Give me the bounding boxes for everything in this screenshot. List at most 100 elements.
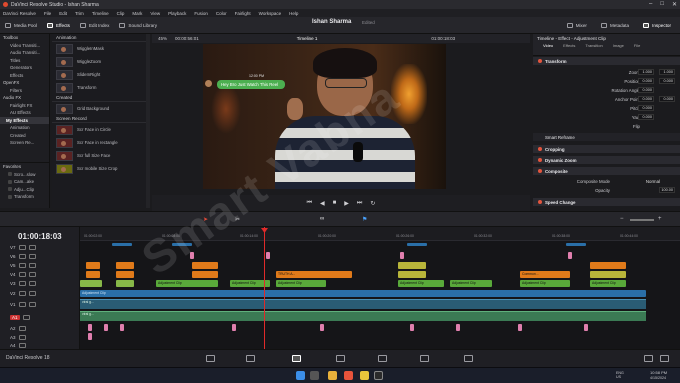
tab-image[interactable]: Image (613, 43, 624, 48)
playhead[interactable] (264, 227, 265, 349)
track-v5[interactable]: V5 (0, 261, 80, 270)
jump-end-icon[interactable]: ⏭ (357, 200, 362, 207)
zoom-y-input[interactable]: 1.000 (659, 69, 675, 75)
fx-item[interactable]: WiggleInMask (52, 42, 147, 55)
mute-icon[interactable] (18, 335, 26, 340)
composite-section[interactable]: Composite (533, 167, 680, 175)
sound-library-button[interactable]: Sound Library (114, 19, 162, 31)
menu-trim[interactable]: Trim (75, 11, 84, 16)
menu-mark[interactable]: Mark (132, 11, 142, 16)
tree-item-audio-transitions[interactable]: Audio Transiti... (0, 49, 49, 57)
track-v6[interactable]: V6 (0, 252, 80, 261)
clip[interactable] (112, 243, 132, 246)
fx-item[interactable]: WiggleZoom (52, 55, 147, 68)
tree-item-generators[interactable]: Generators (0, 64, 49, 72)
taskview-icon[interactable] (310, 371, 319, 380)
tree-item-toolbox[interactable]: Toolbox (0, 34, 49, 42)
zoom-in-icon[interactable]: + (658, 216, 662, 222)
folder-icon[interactable] (360, 371, 369, 380)
cropping-section[interactable]: Cropping (533, 145, 680, 153)
audio-sfx-clip[interactable] (232, 324, 236, 331)
media-page-icon[interactable] (206, 355, 215, 362)
clip[interactable] (398, 271, 426, 278)
clip[interactable] (80, 280, 102, 287)
smart-reframe-section[interactable]: Smart Reframe (533, 133, 680, 141)
start-icon[interactable] (296, 371, 305, 380)
audio-sfx-clip[interactable] (584, 324, 588, 331)
yaw-input[interactable]: 0.000 (638, 114, 654, 120)
tree-item-filters[interactable]: Filters (0, 87, 49, 95)
audio-sfx-clip[interactable] (456, 324, 460, 331)
tree-item-video-transitions[interactable]: Video Transiti... (0, 42, 49, 50)
clip[interactable] (116, 280, 134, 287)
clip[interactable] (116, 262, 134, 269)
audio-sfx-clip[interactable] (518, 324, 522, 331)
edit-index-button[interactable]: Edit Index (75, 19, 114, 31)
clip-common[interactable]: Common... (520, 271, 570, 278)
menu-clip[interactable]: Clip (117, 11, 125, 16)
mute-icon[interactable] (18, 326, 26, 331)
clip-adjustment[interactable]: Adjustment Clip (276, 280, 326, 287)
audio-clip-a1[interactable]: viral g... (80, 311, 646, 321)
tab-video[interactable]: Video (543, 43, 553, 48)
clip[interactable] (568, 252, 572, 259)
fx-item[interactable]: Grid Background (52, 102, 147, 115)
fx-item[interactable]: Scr Face in Circle (52, 123, 147, 136)
edit-page-icon[interactable] (292, 355, 301, 362)
clip[interactable] (590, 262, 626, 269)
track-v3[interactable]: V3 (0, 279, 80, 288)
clip[interactable] (566, 243, 586, 246)
chrome-icon[interactable] (328, 371, 337, 380)
audio-sfx-clip[interactable] (88, 333, 92, 340)
audio-sfx-clip[interactable] (320, 324, 324, 331)
lock-icon[interactable] (18, 281, 26, 286)
menu-help[interactable]: Help (289, 11, 298, 16)
audio-sfx-clip[interactable] (88, 324, 92, 331)
lock-icon[interactable] (18, 263, 26, 268)
menu-fairlight[interactable]: Fairlight (235, 11, 251, 16)
tab-file[interactable]: File (634, 43, 640, 48)
menu-edit[interactable]: Edit (59, 11, 67, 16)
tree-item-animation[interactable]: Animation (0, 124, 49, 132)
eye-icon[interactable] (28, 302, 36, 307)
flag-icon[interactable]: ⚑ (362, 216, 367, 223)
track-v1[interactable]: V1 (0, 300, 80, 309)
loop-icon[interactable]: ↻ (370, 200, 375, 207)
dynamic-zoom-section[interactable]: Dynamic Zoom (533, 156, 680, 164)
clip-adjustment[interactable]: Adjustment Clip (590, 280, 626, 287)
track-a1[interactable]: A1 (0, 313, 80, 322)
mute-icon[interactable] (18, 343, 26, 348)
menu-view[interactable]: View (150, 11, 160, 16)
clip[interactable] (192, 262, 218, 269)
mixer-button[interactable]: Mixer (562, 19, 592, 31)
fusion-page-icon[interactable] (336, 355, 345, 362)
clip[interactable] (407, 243, 427, 246)
resolve-taskbar-icon[interactable] (374, 371, 383, 380)
mute-icon[interactable] (22, 315, 30, 320)
cut-page-icon[interactable] (246, 355, 255, 362)
clip[interactable] (400, 252, 404, 259)
clock-date[interactable]: 4/15/2024 (650, 376, 666, 380)
clip[interactable] (590, 271, 626, 278)
favorite-item[interactable]: Adju...Clip (0, 186, 49, 194)
menu-fusion[interactable]: Fusion (194, 11, 208, 16)
eye-icon[interactable] (28, 281, 36, 286)
rotation-input[interactable]: 0.000 (638, 87, 654, 93)
media-pool-button[interactable]: Media Pool (0, 19, 42, 31)
timeline-name-dropdown[interactable]: Timeline 1 (297, 36, 318, 41)
deliver-page-icon[interactable] (464, 355, 473, 362)
eye-icon[interactable] (28, 263, 36, 268)
menu-file[interactable]: File (44, 11, 51, 16)
home-icon[interactable] (644, 355, 653, 362)
lock-icon[interactable] (18, 254, 26, 259)
metadata-button[interactable]: Metadata (596, 19, 634, 31)
fx-item[interactable]: Transform (52, 81, 147, 94)
fx-item[interactable]: Scr full Size Face (52, 149, 147, 162)
lock-icon[interactable] (18, 302, 26, 307)
clip[interactable] (192, 271, 218, 278)
fx-item[interactable]: Scr mobile Size Crop (52, 162, 147, 175)
tree-item-audio-fx[interactable]: Audio FX (0, 94, 49, 102)
pitch-input[interactable]: 0.000 (638, 105, 654, 111)
tree-item-openfx[interactable]: OpenFX (0, 79, 49, 87)
speed-change-section[interactable]: Speed Change (533, 198, 680, 206)
